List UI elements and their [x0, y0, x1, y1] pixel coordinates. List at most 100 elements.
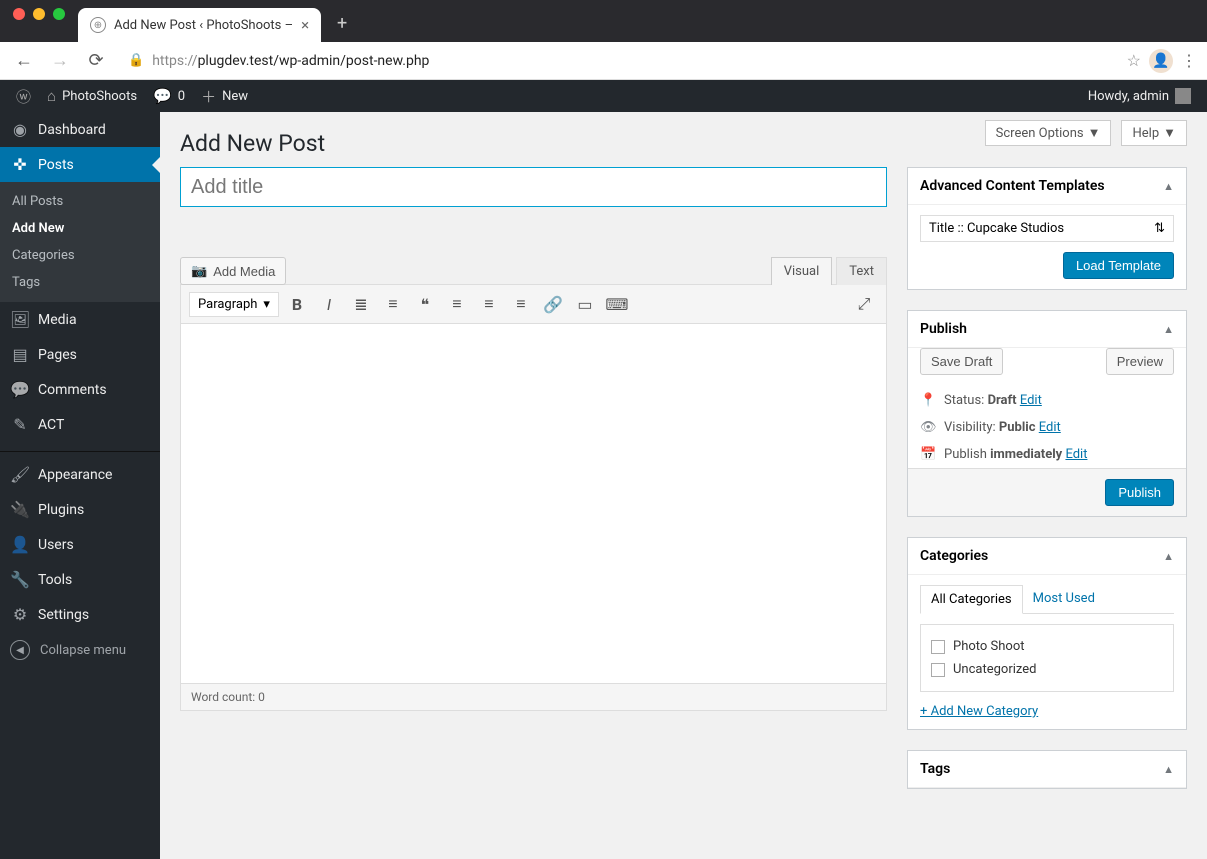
window-min-icon[interactable] — [33, 8, 45, 20]
menu-icon: 🖼 — [10, 310, 30, 329]
more-icon[interactable]: ▭ — [571, 290, 599, 318]
window-close-icon[interactable] — [13, 8, 25, 20]
add-media-button[interactable]: 📷Add Media — [180, 257, 286, 285]
bold-icon[interactable]: B — [283, 290, 311, 318]
add-media-label: Add Media — [213, 264, 275, 279]
quote-icon[interactable]: ❝ — [411, 290, 439, 318]
chevron-up-icon[interactable]: ▲ — [1163, 763, 1174, 776]
edit-schedule-link[interactable]: Edit — [1065, 447, 1087, 462]
collapse-menu[interactable]: ◀Collapse menu — [0, 632, 160, 668]
comments-link[interactable]: 💬0 — [145, 80, 193, 112]
bullet-list-icon[interactable]: ≣ — [347, 290, 375, 318]
new-link[interactable]: ＋New — [193, 80, 256, 112]
load-template-button[interactable]: Load Template — [1063, 252, 1174, 279]
tab-most-used[interactable]: Most Used — [1023, 585, 1105, 613]
menu-item-dashboard[interactable]: ◉Dashboard — [0, 112, 160, 147]
menu-label: Plugins — [38, 502, 84, 518]
url-text: https://plugdev.test/wp-admin/post-new.p… — [152, 53, 429, 69]
post-title-input[interactable] — [180, 167, 887, 207]
menu-item-media[interactable]: 🖼Media — [0, 302, 160, 337]
address-bar[interactable]: 🔒 https://plugdev.test/wp-admin/post-new… — [118, 53, 1119, 69]
menu-item-pages[interactable]: ▤Pages — [0, 337, 160, 372]
checkbox-icon[interactable] — [931, 663, 945, 677]
editor-textarea[interactable] — [180, 324, 887, 684]
window-max-icon[interactable] — [53, 8, 65, 20]
save-draft-button[interactable]: Save Draft — [920, 348, 1003, 375]
tab-text[interactable]: Text — [836, 257, 887, 285]
categories-header[interactable]: Categories▲ — [908, 538, 1186, 575]
submenu-item-tags[interactable]: Tags — [0, 269, 160, 296]
wordpress-icon: ⓦ — [16, 86, 31, 107]
italic-icon[interactable]: I — [315, 290, 343, 318]
browser-tab[interactable]: ⊕ Add New Post ‹ PhotoShoots – × — [78, 8, 321, 42]
submenu-item-all-posts[interactable]: All Posts — [0, 188, 160, 215]
menu-dots-icon[interactable]: ⋮ — [1181, 51, 1197, 70]
chevron-up-icon[interactable]: ▲ — [1163, 323, 1174, 336]
screen-options-label: Screen Options — [996, 126, 1084, 141]
avatar-icon — [1175, 88, 1191, 104]
align-center-icon[interactable]: ≡ — [475, 290, 503, 318]
menu-item-act[interactable]: ✎ACT — [0, 407, 160, 442]
act-header[interactable]: Advanced Content Templates▲ — [908, 168, 1186, 205]
template-select[interactable]: Title :: Cupcake Studios⇅ — [920, 215, 1174, 242]
format-select[interactable]: Paragraph▾ — [189, 292, 279, 317]
browser-toolbar: ← → ⟳ 🔒 https://plugdev.test/wp-admin/po… — [0, 42, 1207, 80]
align-left-icon[interactable]: ≡ — [443, 290, 471, 318]
reload-icon[interactable]: ⟳ — [82, 50, 110, 71]
tags-header[interactable]: Tags▲ — [908, 751, 1186, 788]
menu-item-users[interactable]: 👤Users — [0, 527, 160, 562]
category-item[interactable]: Photo Shoot — [931, 635, 1163, 658]
menu-label: Settings — [38, 607, 89, 623]
add-category-link[interactable]: + Add New Category — [920, 704, 1038, 719]
menu-item-comments[interactable]: 💬Comments — [0, 372, 160, 407]
tab-title: Add New Post ‹ PhotoShoots – — [114, 18, 293, 33]
schedule-row: 📅 Publish immediately Edit — [908, 441, 1186, 468]
menu-item-posts[interactable]: ✜Posts — [0, 147, 160, 182]
menu-label: Posts — [38, 157, 74, 173]
chevron-down-icon: ▼ — [1163, 125, 1176, 141]
close-icon[interactable]: × — [301, 16, 309, 34]
menu-item-appearance[interactable]: 🖌Appearance — [0, 457, 160, 492]
screen-options-button[interactable]: Screen Options ▼ — [985, 120, 1112, 146]
schedule-value: immediately — [990, 447, 1062, 462]
new-tab-button[interactable]: + — [327, 8, 357, 38]
category-item[interactable]: Uncategorized — [931, 658, 1163, 681]
publish-header[interactable]: Publish ▲ — [908, 311, 1186, 348]
comment-count: 0 — [178, 89, 185, 104]
categories-metabox: Categories▲ All Categories Most Used Pho… — [907, 537, 1187, 730]
menu-item-plugins[interactable]: 🔌Plugins — [0, 492, 160, 527]
edit-visibility-link[interactable]: Edit — [1039, 420, 1061, 435]
checkbox-icon[interactable] — [931, 640, 945, 654]
menu-icon: 💬 — [10, 380, 30, 399]
tab-visual[interactable]: Visual — [771, 257, 833, 285]
submenu-item-add-new[interactable]: Add New — [0, 215, 160, 242]
chevron-down-icon: ▾ — [263, 297, 270, 312]
link-icon[interactable]: 🔗 — [539, 290, 567, 318]
submenu-item-categories[interactable]: Categories — [0, 242, 160, 269]
wp-logo[interactable]: ⓦ — [8, 80, 39, 112]
site-link[interactable]: ⌂PhotoShoots — [39, 80, 145, 112]
star-icon[interactable]: ☆ — [1127, 51, 1141, 70]
tab-all-categories[interactable]: All Categories — [920, 585, 1023, 614]
howdy-link[interactable]: Howdy, admin — [1080, 80, 1199, 112]
help-button[interactable]: Help ▼ — [1121, 120, 1187, 146]
site-name: PhotoShoots — [62, 89, 137, 104]
edit-status-link[interactable]: Edit — [1020, 393, 1042, 408]
category-label: Uncategorized — [953, 662, 1036, 677]
align-right-icon[interactable]: ≡ — [507, 290, 535, 318]
select-arrows-icon: ⇅ — [1154, 221, 1165, 236]
chevron-up-icon[interactable]: ▲ — [1163, 180, 1174, 193]
publish-button[interactable]: Publish — [1105, 479, 1174, 506]
toolbar-toggle-icon[interactable]: ⌨ — [603, 290, 631, 318]
preview-button[interactable]: Preview — [1106, 348, 1174, 375]
publish-title: Publish — [920, 321, 967, 337]
fullscreen-icon[interactable]: ⤢ — [850, 290, 878, 318]
chevron-up-icon[interactable]: ▲ — [1163, 550, 1174, 563]
back-icon[interactable]: ← — [10, 50, 38, 71]
number-list-icon[interactable]: ≡ — [379, 290, 407, 318]
profile-avatar-icon[interactable]: 👤 — [1149, 49, 1173, 73]
menu-item-settings[interactable]: ⚙Settings — [0, 597, 160, 632]
menu-item-tools[interactable]: 🔧Tools — [0, 562, 160, 597]
forward-icon[interactable]: → — [46, 50, 74, 71]
browser-tab-strip: ⊕ Add New Post ‹ PhotoShoots – × + — [0, 0, 1207, 42]
